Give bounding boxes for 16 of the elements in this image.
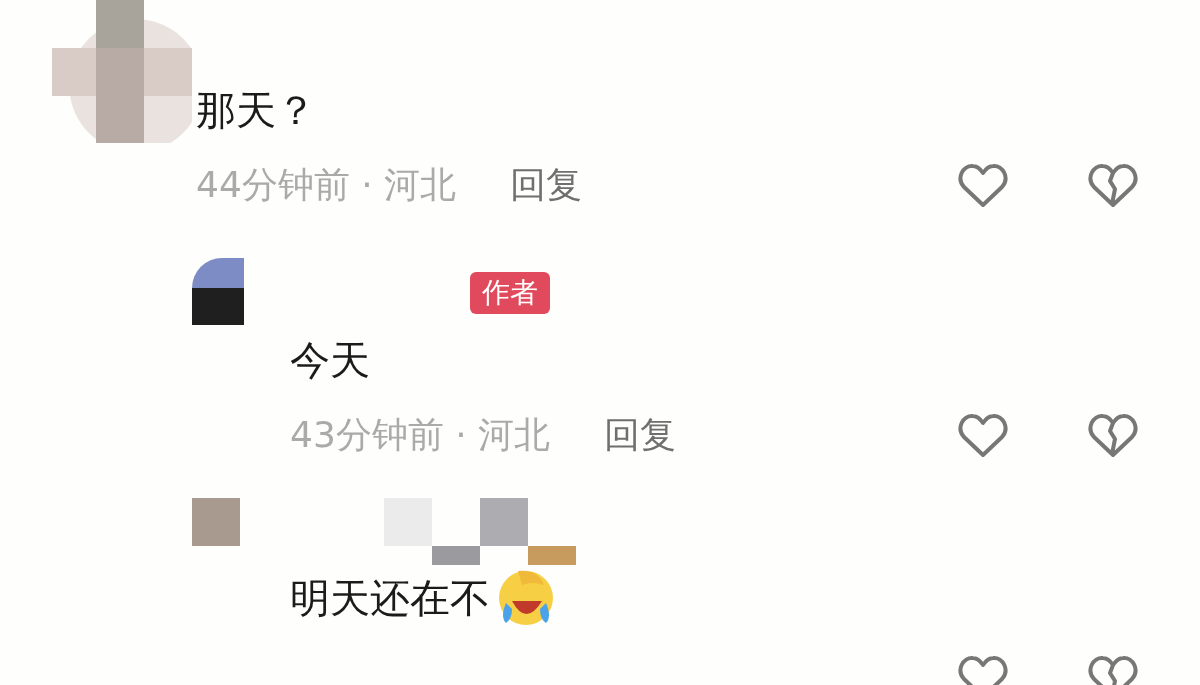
comment-text: 今天 <box>290 336 370 385</box>
comment-time-location: 43分钟前 · 河北 <box>290 412 551 457</box>
reply-link[interactable]: 回复 <box>604 410 677 460</box>
comment-text: 那天？ <box>196 86 317 135</box>
broken-heart-icon <box>1088 411 1138 459</box>
like-button[interactable] <box>958 161 1008 209</box>
comment-text: 明天还在不 <box>290 574 490 623</box>
broken-heart-icon <box>1088 161 1138 209</box>
comment-time-location: 44分钟前 · 河北 <box>196 162 457 207</box>
heart-icon <box>958 411 1008 459</box>
like-button[interactable] <box>958 411 1008 459</box>
dislike-button[interactable] <box>1088 411 1138 459</box>
dislike-button[interactable] <box>1088 161 1138 209</box>
author-badge: 作者 <box>470 271 550 314</box>
heart-icon <box>958 161 1008 209</box>
reply-link[interactable]: 回复 <box>510 160 583 210</box>
